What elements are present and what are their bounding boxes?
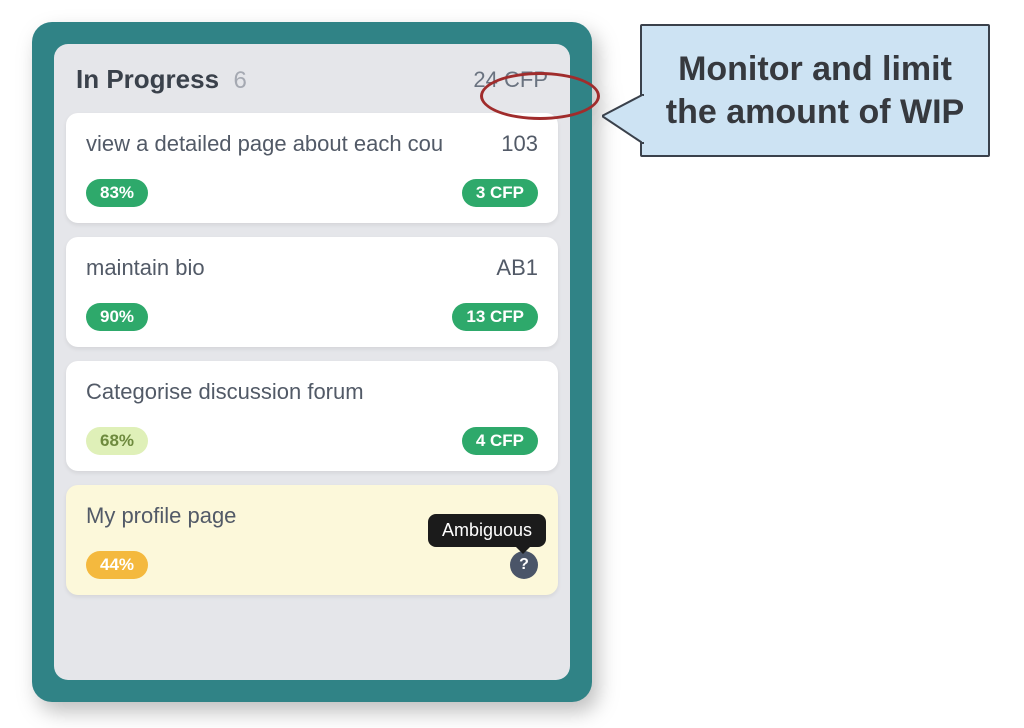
annotation-callout: Monitor and limit the amount of WIP	[640, 24, 990, 157]
card-cfp-pill: 13 CFP	[452, 303, 538, 331]
card-header-row: Categorise discussion forum	[86, 379, 538, 405]
tooltip: Ambiguous	[428, 514, 546, 547]
card-footer-row: 90% 13 CFP	[86, 303, 538, 331]
column-cfp-total: 24 CFP	[473, 67, 548, 93]
kanban-column-wrapper: In Progress 6 24 CFP view a detailed pag…	[32, 22, 592, 702]
kanban-card[interactable]: My profile page44%?Ambiguous	[66, 485, 558, 595]
card-footer-row: 68% 4 CFP	[86, 427, 538, 455]
card-title: maintain bio	[86, 255, 480, 281]
kanban-column: In Progress 6 24 CFP view a detailed pag…	[54, 44, 570, 680]
callout-text: Monitor and limit the amount of WIP	[666, 50, 964, 131]
column-header: In Progress 6 24 CFP	[54, 44, 570, 113]
card-header-row: maintain bio AB1	[86, 255, 538, 281]
card-id: AB1	[496, 255, 538, 281]
card-progress-pill: 68%	[86, 427, 148, 455]
kanban-card[interactable]: maintain bio AB1 90% 13 CFP	[66, 237, 558, 347]
card-title: Categorise discussion forum	[86, 379, 538, 405]
card-header-row: view a detailed page about each cou 103	[86, 131, 538, 157]
kanban-card[interactable]: view a detailed page about each cou 103 83…	[66, 113, 558, 223]
kanban-card[interactable]: Categorise discussion forum 68% 4 CFP	[66, 361, 558, 471]
column-title-group: In Progress 6	[76, 64, 247, 95]
kanban-board-border: In Progress 6 24 CFP view a detailed pag…	[32, 22, 592, 702]
column-count: 6	[234, 67, 247, 94]
card-progress-pill: 90%	[86, 303, 148, 331]
column-title: In Progress	[76, 64, 219, 94]
card-footer-row: 44% ?Ambiguous	[86, 551, 538, 579]
card-cfp-pill: 3 CFP	[462, 179, 538, 207]
card-progress-pill: 83%	[86, 179, 148, 207]
card-id: 103	[501, 131, 538, 157]
help-icon[interactable]: ?Ambiguous	[510, 551, 538, 579]
cards-list: view a detailed page about each cou 103 83…	[54, 113, 570, 607]
card-footer-row: 83% 3 CFP	[86, 179, 538, 207]
card-title: view a detailed page about each cou	[86, 131, 485, 157]
card-cfp-pill: 4 CFP	[462, 427, 538, 455]
card-progress-pill: 44%	[86, 551, 148, 579]
